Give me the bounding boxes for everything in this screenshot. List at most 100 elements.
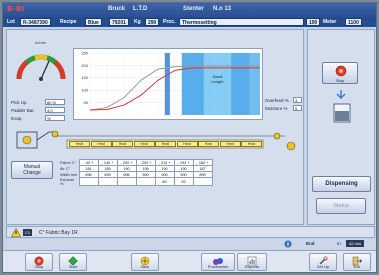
exit-button-label: Exit	[353, 264, 361, 269]
y-tick-label: 50	[84, 100, 89, 105]
proc-label: Proc.	[163, 19, 176, 25]
stenter-diagram: Heat Heat Heat Heat Heat Heat Heat Heat Heat	[15, 126, 299, 156]
gauge-dial-icon	[16, 54, 66, 81]
setup-button[interactable]: Set Up	[309, 253, 337, 271]
bottom-toolbar: Stop Start New Procedures Reports Set Up…	[3, 250, 376, 272]
pickup-label: Pick Up	[11, 100, 27, 105]
side-panel: Stop Dispensing Status	[307, 29, 375, 225]
timer-strip: End In 42 min	[6, 239, 375, 249]
row-label: Exhaust %	[60, 177, 74, 186]
table-cell	[78, 177, 99, 186]
manual-change-label-2: Change	[23, 170, 41, 176]
chart-band	[231, 53, 250, 115]
info-icon	[284, 240, 292, 248]
start-button-label: Start	[68, 264, 78, 269]
padder-label: Padder Bar.	[11, 108, 35, 113]
lot-label: Lot	[7, 19, 15, 25]
recipe-label: Recipe	[60, 19, 77, 25]
y-tick-label: 100	[81, 88, 88, 93]
moisture-field[interactable]: 5	[293, 105, 302, 111]
procedures-button[interactable]: Procedures	[201, 253, 235, 271]
recipe-value: Blue	[85, 18, 102, 26]
pickup-field[interactable]: 60 %	[45, 99, 65, 105]
side-stop-button[interactable]: Stop	[322, 62, 358, 84]
table-cell	[116, 177, 137, 186]
heat-zone[interactable]: Heat	[176, 141, 198, 147]
new-button[interactable]: New	[131, 253, 159, 271]
heat-zone[interactable]: Heat	[155, 141, 176, 147]
machine-type: Stenter	[183, 6, 204, 12]
chart-band	[203, 53, 232, 115]
reports-button-label: Reports	[244, 264, 259, 269]
overfeed-field[interactable]: 3	[293, 97, 302, 103]
chart-band	[249, 53, 260, 115]
tank-icon	[333, 103, 351, 123]
chart-plot: 25020015010050DwellLength	[81, 50, 261, 115]
kg-value: 290	[145, 18, 160, 26]
heat-zone[interactable]: Heat	[90, 141, 112, 147]
table-cell: 92	[173, 177, 194, 186]
setup-button-label: Set Up	[316, 264, 330, 269]
y-tick-label: 200	[81, 63, 88, 68]
heat-zone[interactable]: Heat	[241, 141, 262, 147]
heat-zone[interactable]: Heat	[198, 141, 219, 147]
title-bar: B-RI Bruck L.T.D Stenter N.o 13	[3, 3, 376, 17]
heat-zone[interactable]: Heat	[133, 141, 155, 147]
lot-value: R-3487390	[20, 18, 51, 26]
evap-field[interactable]: %	[45, 115, 65, 121]
y-tick-label: 150	[81, 75, 88, 80]
overfeed-label: Overfeed %	[265, 98, 289, 103]
meter-label: Meter	[323, 19, 337, 25]
kg-label: Kg	[134, 19, 141, 25]
manual-change-button[interactable]: Manual Change	[11, 161, 53, 179]
evap-label: Evap.	[11, 116, 23, 121]
proc-number: 190	[306, 18, 321, 26]
flow-arrow-icon	[336, 90, 346, 99]
remaining-time: 42 min	[346, 240, 365, 247]
company-suffix: L.T.D	[133, 6, 148, 12]
moisture-label: Moisture %	[265, 106, 288, 111]
meter-value: 1100	[345, 18, 362, 26]
band-label: Length	[211, 79, 223, 84]
zone-readings-table: Fabric C° - 40 + - 140 + - 200 + - 200 + - 21…	[59, 159, 213, 186]
app-window: B-RI Bruck L.T.D Stenter N.o 13 Lot R-34…	[2, 2, 377, 273]
y-tick-label: 250	[81, 50, 88, 55]
stop-button[interactable]: Stop	[25, 253, 53, 271]
heat-zone[interactable]: Heat	[112, 141, 133, 147]
alarm-strip: C1 C° Fabric Bay 1R	[6, 226, 375, 238]
side-stop-label: Stop	[335, 78, 345, 83]
company-name: Bruck	[108, 6, 126, 12]
stop-icon	[335, 65, 347, 77]
in-label: In	[337, 241, 341, 246]
padder-field[interactable]: 4.0	[45, 107, 65, 113]
alarm-message: C° Fabric Bay 1R	[39, 230, 78, 236]
temperature-chart: 250 200 150 100 50 Dwell Length	[73, 48, 263, 120]
stop-button-label: Stop	[34, 264, 44, 269]
dispensing-button[interactable]: Dispensing	[312, 176, 371, 192]
chart-band	[181, 53, 204, 115]
table-cell	[192, 177, 213, 186]
exit-button[interactable]: Exit	[343, 253, 371, 271]
alarm-id: C1	[23, 229, 33, 236]
heat-zone[interactable]: Heat	[219, 141, 241, 147]
end-label: End	[306, 241, 315, 246]
reports-button[interactable]: Reports	[237, 253, 267, 271]
proc-value: Thermosetting	[179, 18, 304, 26]
chart-band	[164, 53, 170, 115]
job-info-bar: Lot R-3487390 Recipe Blue 79201 Kg 290 P…	[3, 17, 376, 27]
process-panel: m/min Pick Up 60 % Padder Bar. 4.0 Evap.…	[6, 29, 304, 225]
status-button[interactable]: Status	[316, 198, 366, 214]
recipe-number: 79201	[109, 18, 129, 26]
table-cell	[97, 177, 118, 186]
warning-icon	[11, 228, 21, 237]
table-cell	[135, 177, 156, 186]
table-row: Exhaust % 80 92	[59, 177, 213, 186]
heat-zone[interactable]: Heat	[69, 141, 90, 147]
procedures-button-label: Procedures	[207, 264, 229, 269]
table-cell: 80	[154, 177, 175, 186]
speed-gauge: m/min	[13, 40, 69, 88]
start-button[interactable]: Start	[59, 253, 87, 271]
brand-logo: B-RI	[7, 5, 25, 13]
new-button-label: New	[140, 264, 149, 269]
machine-number: N.o 13	[213, 6, 232, 12]
